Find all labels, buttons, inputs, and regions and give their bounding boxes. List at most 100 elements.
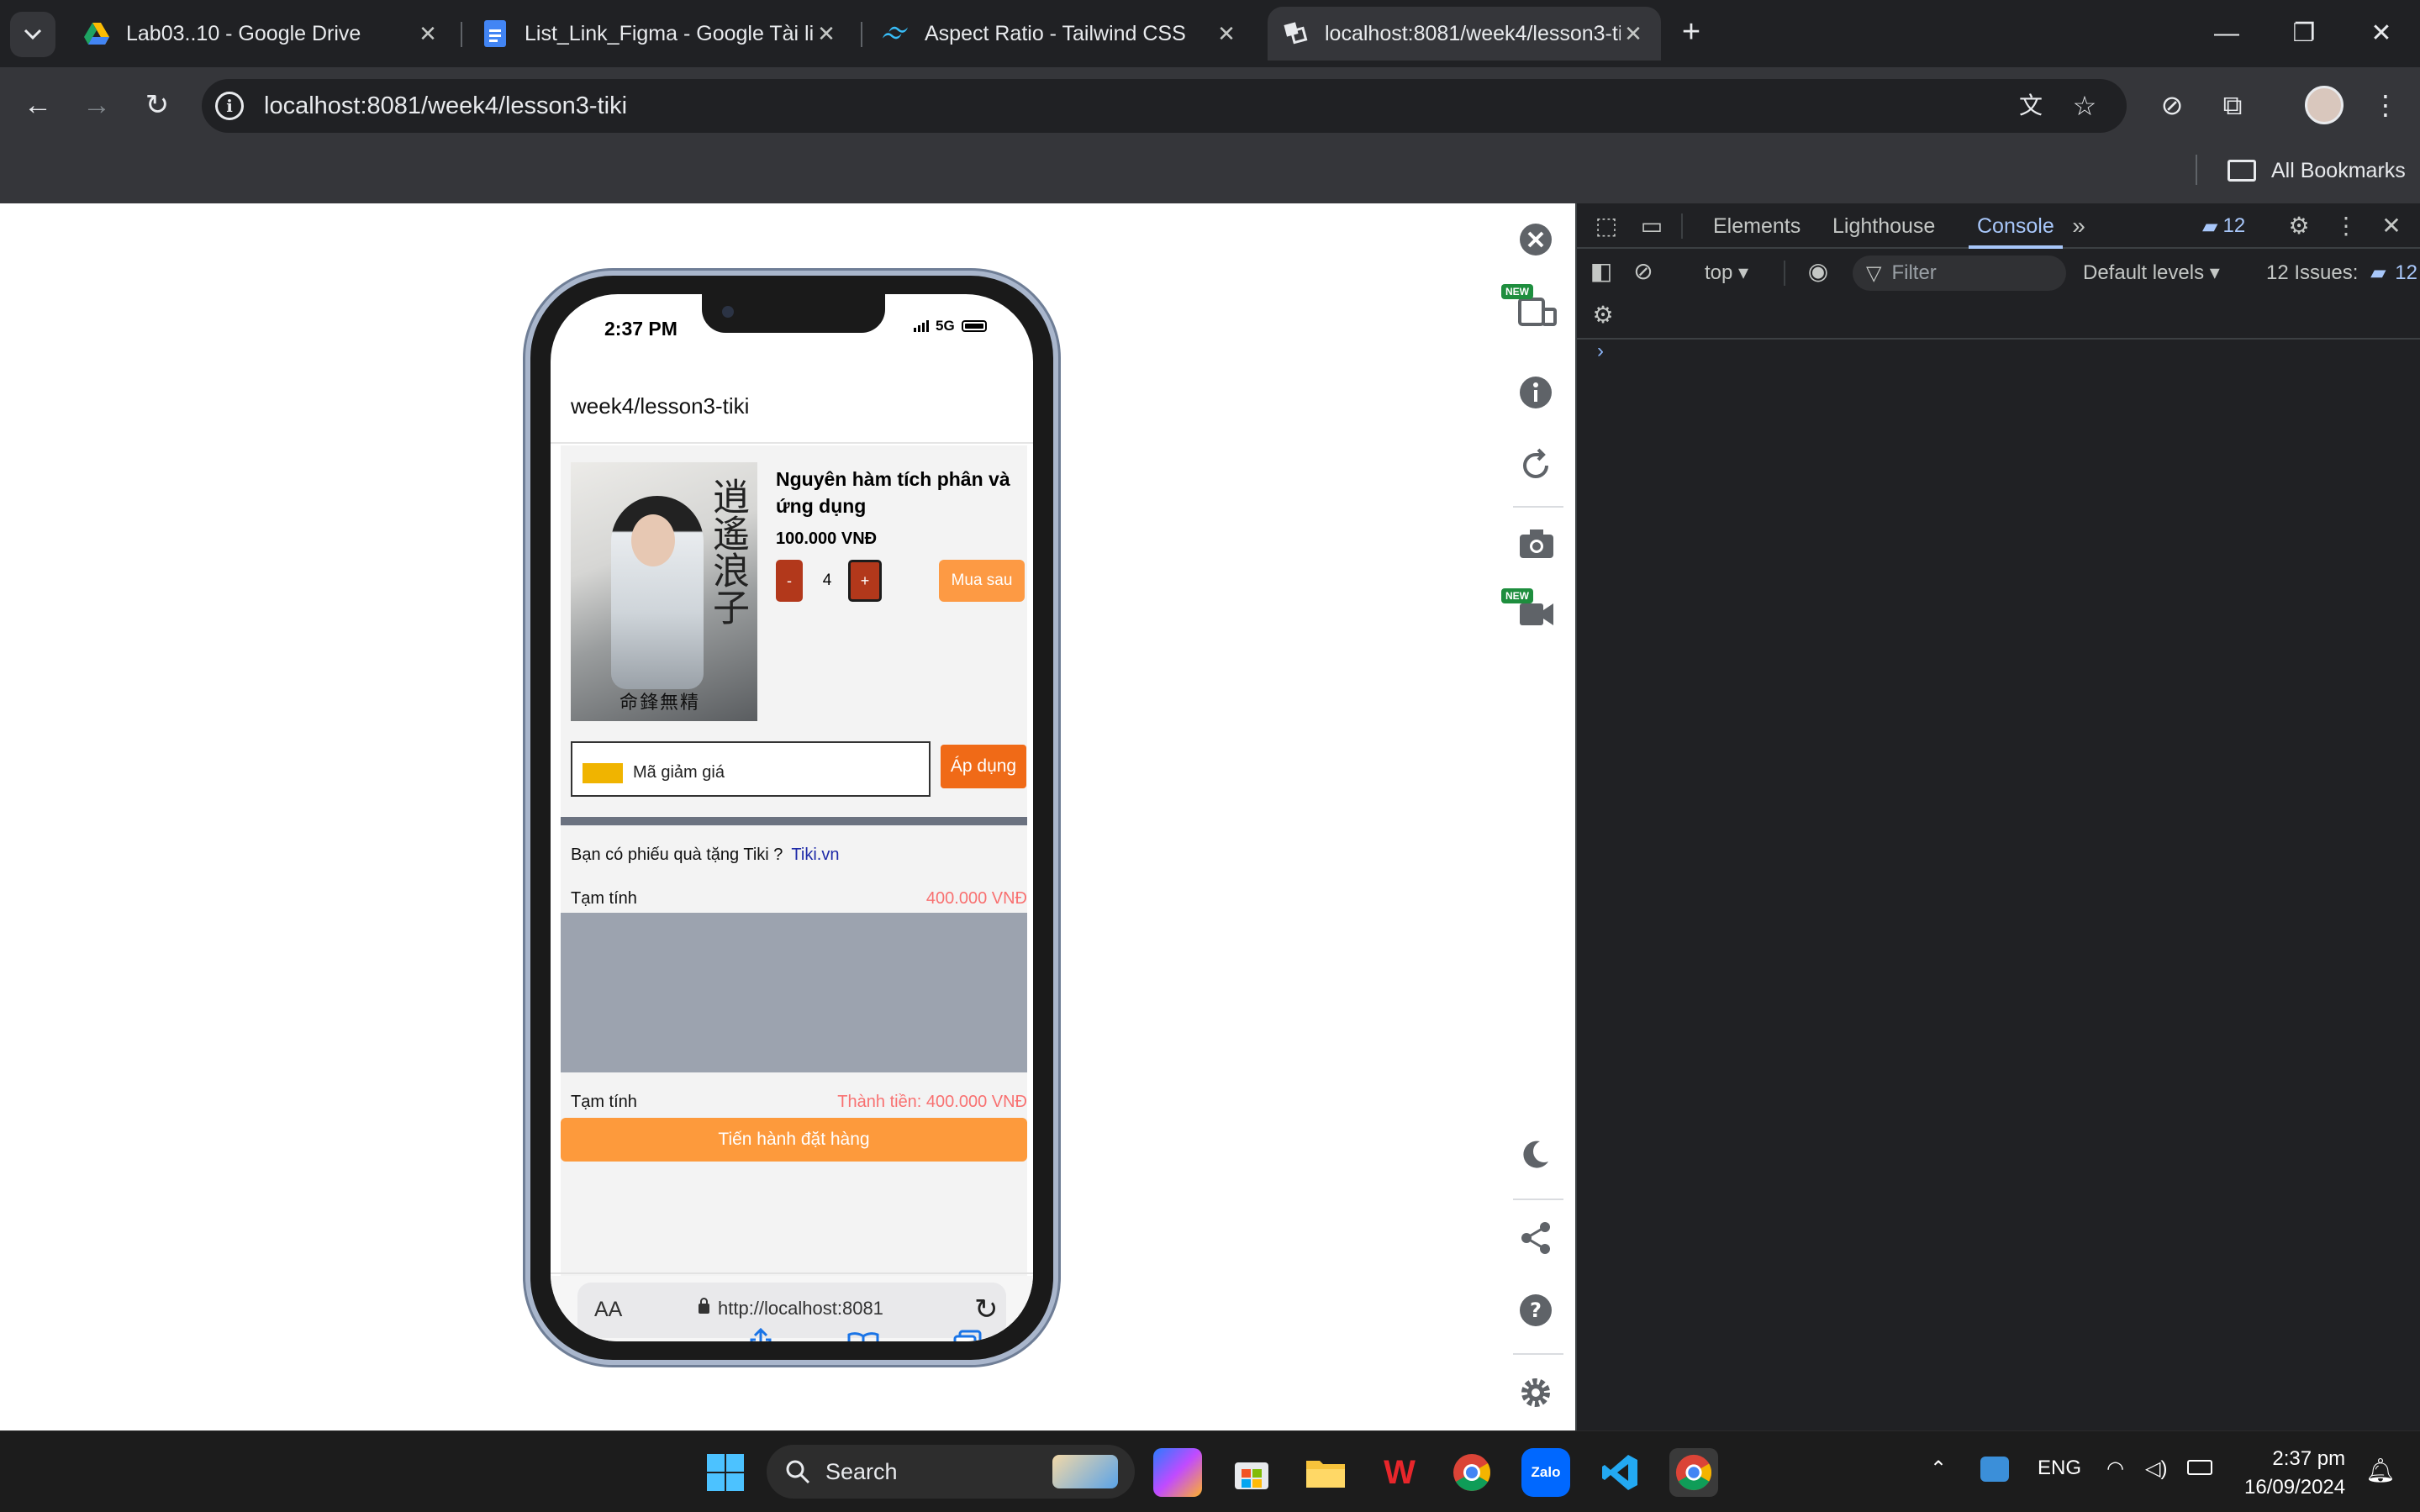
more-tabs-icon[interactable]: »: [2063, 210, 2095, 242]
safari-url-text: http://localhost:8081: [718, 1298, 883, 1319]
dark-mode-icon[interactable]: [1518, 1138, 1557, 1177]
share-icon[interactable]: [742, 1327, 779, 1341]
tab-strip: Lab03..10 - Google Drive ✕ List_Link_Fig…: [0, 0, 2420, 67]
compass-icon[interactable]: ⊘: [2154, 86, 2191, 124]
safari-reload-icon[interactable]: ↻: [974, 1293, 999, 1326]
filter-icon: ▽: [1866, 261, 1882, 285]
buy-later-button[interactable]: Mua sau: [939, 560, 1025, 602]
chrome-active-icon[interactable]: [1669, 1448, 1718, 1497]
increase-quantity-button[interactable]: +: [848, 560, 882, 602]
notification-bell-icon[interactable]: 🔔︎: [2365, 1457, 2396, 1484]
new-tab-button[interactable]: +: [1673, 12, 1710, 54]
close-tab-icon[interactable]: ✕: [1621, 21, 1646, 47]
tab-console[interactable]: Console: [1969, 203, 2063, 249]
devtools-menu-icon[interactable]: ⋮: [2330, 210, 2362, 242]
menu-icon[interactable]: ⋮: [2367, 86, 2404, 124]
translate-icon[interactable]: 文: [2012, 87, 2049, 125]
site-info-icon[interactable]: i: [215, 92, 244, 120]
toolbar-divider: [1513, 506, 1563, 508]
phone-screen: 2:37 PM 5G week4/lesson3-tiki 逍遙浪子 命鋒無精 …: [551, 294, 1033, 1341]
tabs-icon[interactable]: [949, 1328, 986, 1341]
profile-avatar[interactable]: [2305, 86, 2344, 124]
gift-question: Bạn có phiếu quà tặng Tiki ?: [571, 846, 783, 864]
console-prompt[interactable]: ›: [1597, 340, 1604, 363]
issues-count: 12: [2395, 261, 2417, 284]
tray-overflow-icon[interactable]: ⌃: [1930, 1457, 1947, 1481]
close-tab-icon[interactable]: ✕: [814, 21, 839, 47]
close-devtools-icon[interactable]: ✕: [2375, 210, 2407, 242]
tab-search-button[interactable]: [10, 12, 55, 57]
volume-icon[interactable]: ◁): [2145, 1457, 2167, 1481]
tab-google-docs[interactable]: List_Link_Figma - Google Tài liệu ✕: [467, 7, 854, 61]
close-tab-icon[interactable]: ✕: [415, 21, 440, 47]
restore-button[interactable]: ❐: [2268, 8, 2340, 59]
back-icon[interactable]: ←: [18, 86, 57, 124]
safari-address-bar[interactable]: AA http://localhost:8081 ↻: [577, 1283, 1006, 1338]
inspect-element-icon[interactable]: ⬚: [1590, 210, 1622, 242]
wifi-icon[interactable]: ◠: [2106, 1457, 2124, 1481]
battery-tray-icon[interactable]: [2187, 1460, 2212, 1475]
windows-start-icon[interactable]: [701, 1448, 750, 1497]
title-divider: [551, 442, 1033, 444]
tab-localhost[interactable]: localhost:8081/week4/lesson3-tiki ✕: [1268, 7, 1661, 61]
devtools-settings-icon[interactable]: ⚙: [2283, 210, 2315, 242]
device-frame-icon[interactable]: NEW: [1501, 284, 1557, 333]
live-expression-eye-icon[interactable]: ◉: [1802, 256, 1834, 287]
console-settings-icon[interactable]: ⚙: [1587, 299, 1619, 331]
share-link-icon[interactable]: [1518, 1220, 1557, 1259]
safari-back-icon[interactable]: ‹: [554, 1328, 591, 1341]
screen-record-icon[interactable]: NEW: [1501, 588, 1557, 637]
decrease-quantity-button[interactable]: -: [776, 560, 803, 602]
device-toggle-icon[interactable]: ▭: [1636, 210, 1668, 242]
microsoft-store-icon[interactable]: [1227, 1448, 1276, 1497]
info-icon[interactable]: [1518, 375, 1557, 414]
extensions-icon[interactable]: ⧉: [2214, 86, 2251, 124]
issues-icon: ▰: [2370, 261, 2386, 284]
settings-gear-icon[interactable]: [1518, 1375, 1557, 1414]
address-bar[interactable]: i localhost:8081/week4/lesson3-tiki 文 ☆: [202, 79, 2127, 133]
gift-link[interactable]: Tiki.vn: [791, 846, 839, 864]
chrome-icon[interactable]: [1447, 1448, 1496, 1497]
bookmarks-book-icon[interactable]: [845, 1328, 882, 1341]
log-levels-dropdown[interactable]: Default levels ▾: [2083, 256, 2220, 291]
lock-icon: [699, 1298, 709, 1314]
all-bookmarks-button[interactable]: All Bookmarks: [2228, 150, 2406, 192]
bookmarks-divider: [2196, 155, 2197, 185]
context-selector[interactable]: top ▾: [1705, 256, 1748, 291]
apply-coupon-button[interactable]: Áp dụng: [941, 745, 1026, 788]
console-filter-input[interactable]: ▽ Filter: [1853, 256, 2066, 291]
text-size-button[interactable]: AA: [594, 1298, 622, 1322]
copilot-icon[interactable]: [1153, 1448, 1202, 1497]
language-indicator[interactable]: ENG: [2038, 1457, 2081, 1480]
tab-elements[interactable]: Elements: [1713, 203, 1801, 249]
checkout-button[interactable]: Tiến hành đặt hàng: [561, 1118, 1027, 1162]
forward-icon[interactable]: →: [77, 86, 116, 124]
minimize-button[interactable]: —: [2191, 8, 2263, 59]
reload-icon[interactable]: ↻: [138, 86, 177, 124]
rotate-icon[interactable]: [1518, 447, 1557, 486]
file-explorer-icon[interactable]: [1301, 1448, 1350, 1497]
clear-console-icon[interactable]: ⊘: [1627, 256, 1659, 287]
help-icon[interactable]: ?: [1518, 1293, 1557, 1331]
battery-icon: [961, 320, 987, 332]
system-clock[interactable]: 2:37 pm 16/09/2024: [2244, 1445, 2345, 1502]
close-window-button[interactable]: ✕: [2345, 8, 2417, 59]
vscode-icon[interactable]: [1595, 1448, 1644, 1497]
close-emulator-icon[interactable]: [1518, 222, 1557, 261]
taskbar-search[interactable]: Search: [767, 1445, 1135, 1499]
tab-lighthouse[interactable]: Lighthouse: [1832, 203, 1935, 249]
tab-tailwind[interactable]: Aspect Ratio - Tailwind CSS ✕: [867, 7, 1254, 61]
tab-google-drive[interactable]: Lab03..10 - Google Drive ✕: [69, 7, 456, 61]
search-label: Search: [825, 1458, 898, 1484]
zalo-icon[interactable]: Zalo: [1521, 1448, 1570, 1497]
bookmark-star-icon[interactable]: ☆: [2066, 87, 2103, 125]
screenshot-icon[interactable]: [1518, 528, 1557, 566]
issues-counter[interactable]: 12 Issues: ▰ 12: [2266, 256, 2417, 291]
close-tab-icon[interactable]: ✕: [1214, 21, 1239, 47]
onedrive-icon[interactable]: [1980, 1457, 2009, 1482]
sidebar-toggle-icon[interactable]: ◧: [1585, 256, 1617, 287]
wps-office-icon[interactable]: W: [1375, 1448, 1424, 1497]
messages-counter[interactable]: ▰ 12: [2202, 213, 2245, 239]
coupon-input[interactable]: Mã giảm giá: [571, 741, 931, 797]
safari-forward-icon[interactable]: ›: [648, 1328, 685, 1341]
